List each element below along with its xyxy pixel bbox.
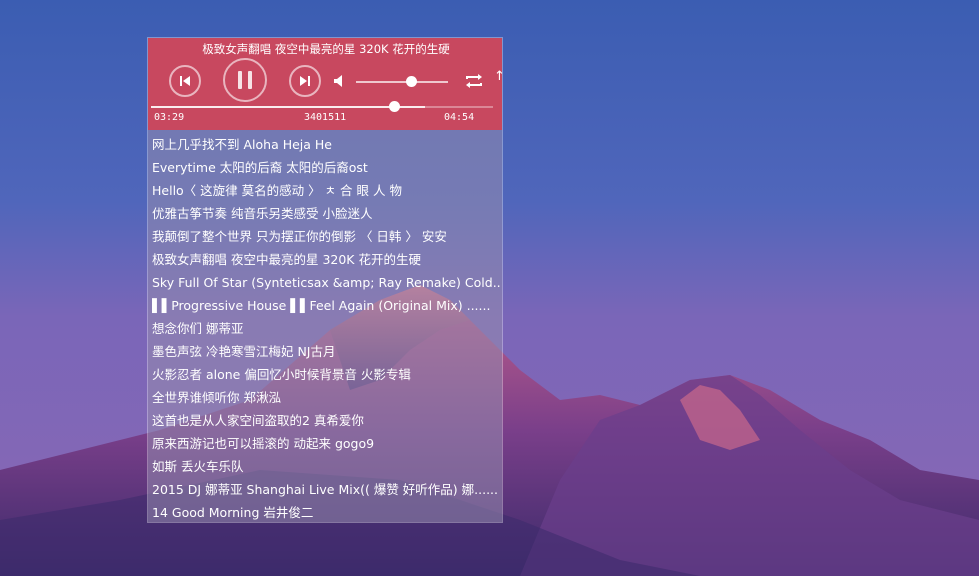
playlist: 网上几乎找不到 Aloha Heja He Everytime 太阳的后裔 太阳… [148, 130, 502, 522]
playlist-item[interactable]: ▌▌Progressive House ▌▌Feel Again (Origin… [152, 294, 502, 317]
playlist-item-current[interactable]: 极致女声翻唱 夜空中最亮的星 320K 花开的生硬 [152, 248, 502, 271]
playlist-item[interactable]: 全世界谁倾听你 郑湫泓 [152, 386, 502, 409]
progress-buffer [151, 106, 425, 108]
collapse-arrow-icon[interactable]: ↑ [494, 69, 502, 84]
next-icon [300, 76, 310, 86]
volume-icon[interactable] [334, 74, 346, 88]
player-control-panel: 极致女声翻唱 夜空中最亮的星 320K 花开的生硬 03:29 3401511 … [148, 38, 502, 130]
playlist-item[interactable]: 原来西游记也可以摇滚的 动起来 gogo9 [152, 432, 502, 455]
playlist-item[interactable]: 网上几乎找不到 Aloha Heja He [152, 133, 502, 156]
playlist-item[interactable]: Sky Full Of Star (Synteticsax &amp; Ray … [152, 271, 502, 294]
playlist-item[interactable]: 14 Good Morning 岩井俊二 [152, 501, 502, 522]
previous-icon [180, 76, 190, 86]
playlist-item[interactable]: Everytime 太阳的后裔 太阳的后裔ost [152, 156, 502, 179]
playlist-item[interactable]: 想念你们 娜蒂亚 [152, 317, 502, 340]
next-button[interactable] [289, 65, 321, 97]
now-playing-title: 极致女声翻唱 夜空中最亮的星 320K 花开的生硬 [202, 42, 450, 56]
pause-icon [238, 71, 252, 89]
playlist-item[interactable]: 优雅古筝节奏 纯音乐另类感受 小脸迷人 [152, 202, 502, 225]
playlist-item[interactable]: Hello〈 这旋律 莫名的感动 〉 ㅊ 合 眼 人 物 [152, 179, 502, 202]
total-time: 04:54 [444, 112, 475, 123]
music-player-window: 极致女声翻唱 夜空中最亮的星 320K 花开的生硬 03:29 3401511 … [147, 37, 503, 523]
playlist-item[interactable]: 墨色声弦 冷艳寒雪江梅妃 NJ古月 [152, 340, 502, 363]
current-time: 03:29 [154, 112, 185, 123]
volume-slider[interactable] [356, 81, 448, 83]
pause-button[interactable] [223, 58, 267, 102]
track-id: 3401511 [304, 112, 347, 123]
previous-button[interactable] [169, 65, 201, 97]
progress-handle[interactable] [388, 101, 400, 112]
playlist-item[interactable]: 火影忍者 alone 偏回忆小时候背景音 火影专辑 [152, 363, 502, 386]
playlist-item[interactable]: 2015 DJ 娜蒂亚 Shanghai Live Mix(( 爆赞 好听作品)… [152, 478, 502, 501]
playlist-item[interactable]: 我颠倒了整个世界 只为摆正你的倒影 〈 日韩 〉 安安 [152, 225, 502, 248]
playlist-item[interactable]: 如斯 丢火车乐队 [152, 455, 502, 478]
playlist-item[interactable]: 这首也是从人家空间盗取的2 真希爱你 [152, 409, 502, 432]
volume-slider-handle[interactable] [406, 76, 418, 87]
repeat-icon[interactable] [465, 73, 483, 89]
